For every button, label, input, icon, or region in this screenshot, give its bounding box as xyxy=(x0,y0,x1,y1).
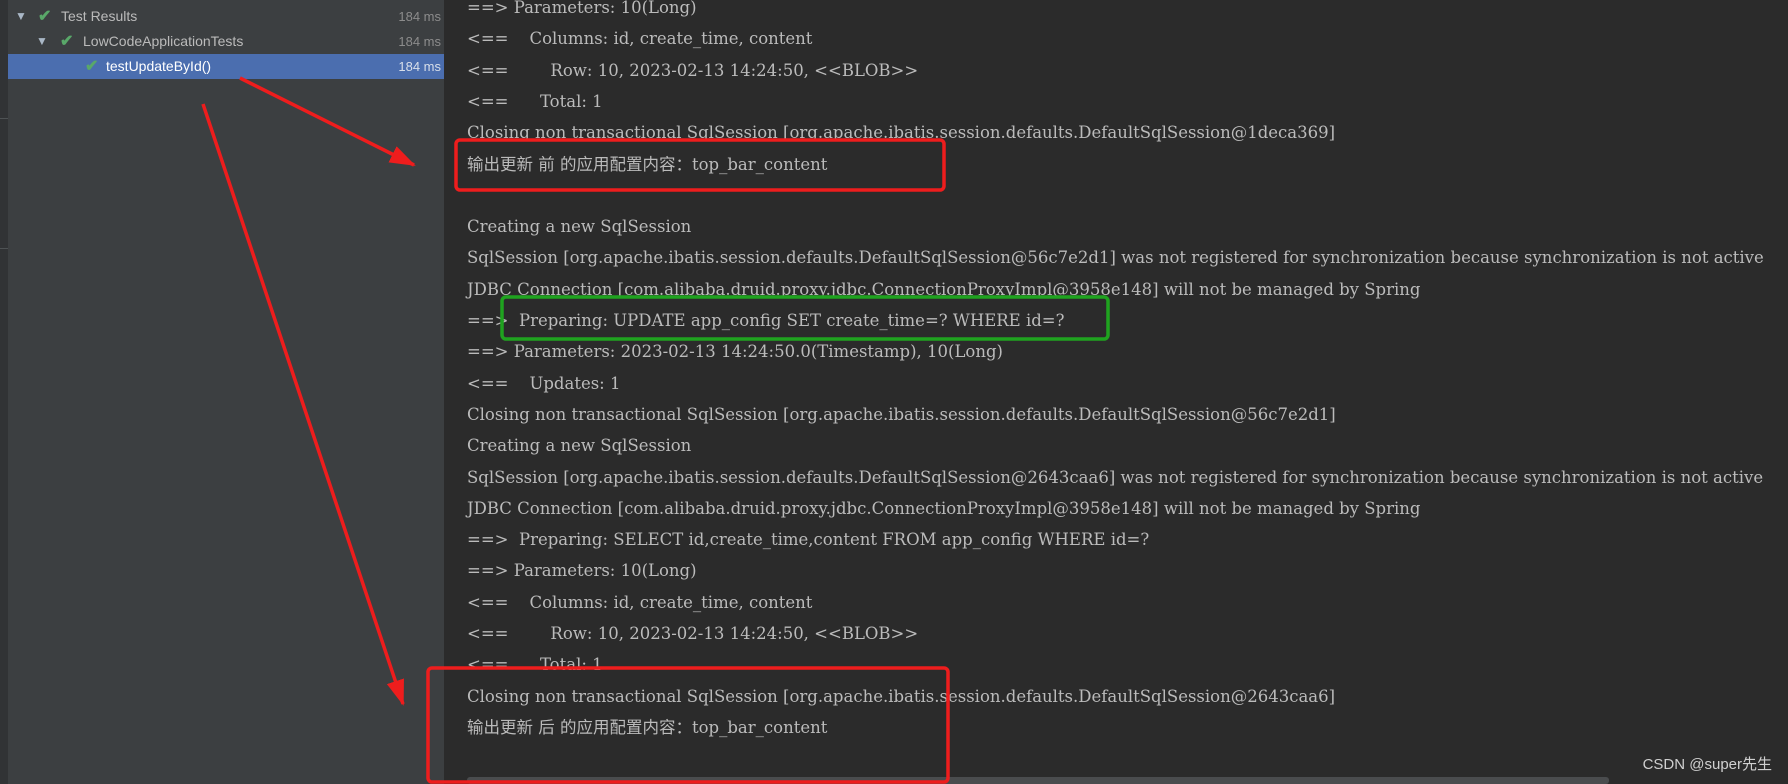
tree-item-label: testUpdateById() xyxy=(106,58,212,74)
tree-item-test-results[interactable]: ▼ ✔ Test Results 184 ms xyxy=(8,4,444,29)
csdn-watermark: CSDN @super先生 xyxy=(1642,756,1772,773)
console-line: JDBC Connection [com.alibaba.druid.proxy… xyxy=(467,279,1421,299)
console-line: Closing non transactional SqlSession [or… xyxy=(467,686,1336,706)
console-line: JDBC Connection [com.alibaba.druid.proxy… xyxy=(467,498,1421,518)
console-line: Creating a new SqlSession xyxy=(467,217,692,237)
console-line: ==> Preparing: UPDATE app_config SET cre… xyxy=(467,311,1065,330)
test-duration: 184 ms xyxy=(398,9,441,24)
tree-item-test-update-by-id[interactable]: ✔ testUpdateById() 184 ms xyxy=(8,54,444,79)
gutter-tick xyxy=(0,248,8,249)
console-line: ==> Parameters: 10(Long) xyxy=(467,0,697,17)
console-line: ==> Preparing: SELECT id,create_time,con… xyxy=(467,530,1150,550)
console-line: Creating a new SqlSession xyxy=(467,436,692,456)
test-duration: 184 ms xyxy=(398,59,441,74)
console-line: <== Total: 1 xyxy=(467,655,603,675)
test-passed-icon: ✔ xyxy=(38,8,52,25)
horizontal-scrollbar[interactable] xyxy=(467,777,1609,784)
tree-item-label: LowCodeApplicationTests xyxy=(83,33,244,49)
test-passed-icon: ✔ xyxy=(60,33,74,50)
console-line: Closing non transactional SqlSession [or… xyxy=(467,123,1336,143)
console-line: Closing non transactional SqlSession [or… xyxy=(467,404,1336,424)
expand-arrow-icon[interactable]: ▼ xyxy=(36,29,48,54)
console-line: SqlSession [org.apache.ibatis.session.de… xyxy=(467,467,1764,487)
console-line: <== Columns: id, create_time, content xyxy=(467,29,813,49)
console-line: <== Row: 10, 2023-02-13 14:24:50, <<BLOB… xyxy=(467,60,919,80)
console-line: <== Updates: 1 xyxy=(467,373,621,393)
console-line: 输出更新 后 的应用配置内容：top_bar_content xyxy=(467,717,828,737)
test-duration: 184 ms xyxy=(398,34,441,49)
test-results-panel: ▼ ✔ Test Results 184 ms ▼ ✔ LowCodeAppli… xyxy=(0,0,444,784)
console-line: ==> Parameters: 10(Long) xyxy=(467,561,697,581)
console-line: <== Total: 1 xyxy=(467,91,603,111)
tree-item-label: Test Results xyxy=(61,8,138,24)
console-line: SqlSession [org.apache.ibatis.session.de… xyxy=(467,248,1764,268)
gutter-tick xyxy=(0,118,8,119)
console-output[interactable]: ==> Parameters: 10(Long) <== Columns: id,… xyxy=(444,0,1788,784)
test-passed-icon: ✔ xyxy=(85,58,99,75)
console-line: <== Columns: id, create_time, content xyxy=(467,592,813,612)
tree-item-lowcode-application-tests[interactable]: ▼ ✔ LowCodeApplicationTests 184 ms xyxy=(8,29,444,54)
expand-arrow-icon[interactable]: ▼ xyxy=(15,4,27,29)
console-line: 输出更新 前 的应用配置内容：top_bar_content xyxy=(467,154,828,174)
console-line: <== Row: 10, 2023-02-13 14:24:50, <<BLOB… xyxy=(467,624,919,643)
console-line: ==> Parameters: 2023-02-13 14:24:50.0(Ti… xyxy=(467,342,1003,362)
